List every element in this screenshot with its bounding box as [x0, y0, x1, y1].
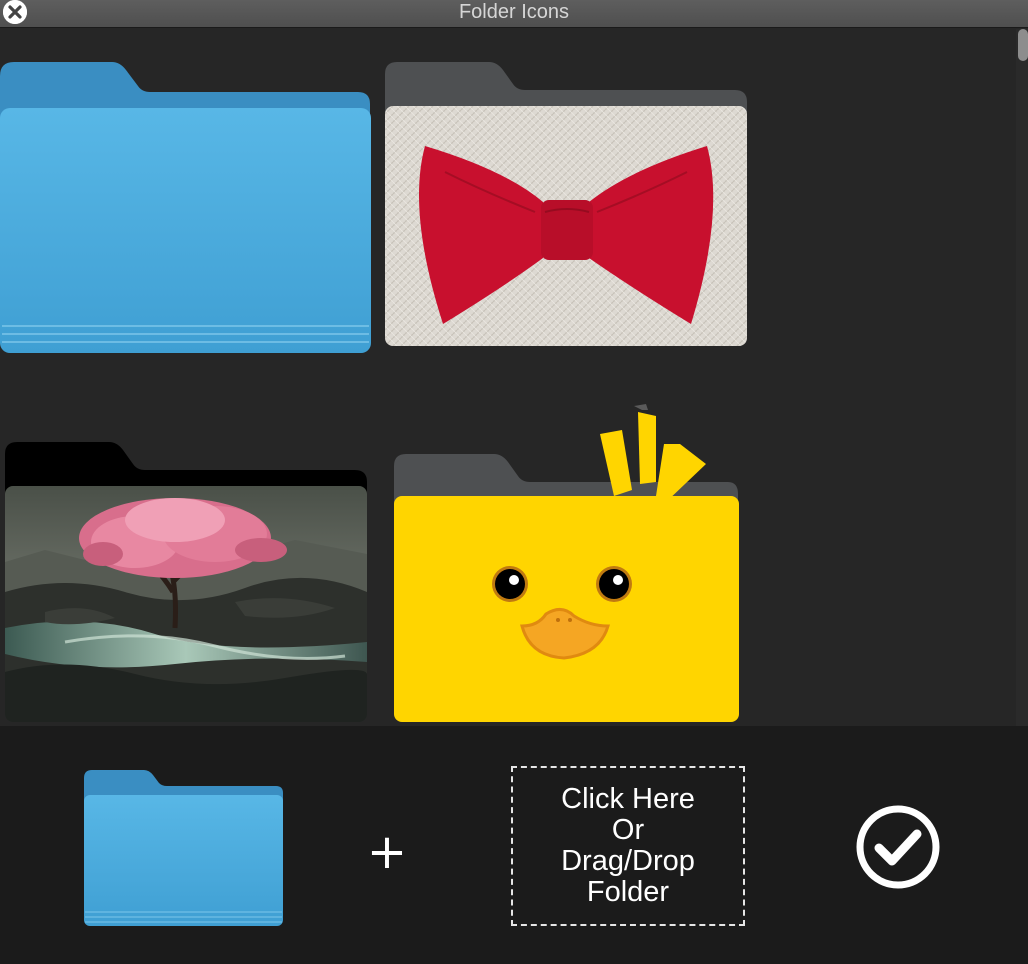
folder-tile-blue[interactable]: [0, 62, 372, 354]
folder-tile-bow-tie[interactable]: [385, 62, 749, 348]
window-title: Folder Icons: [458, 1, 570, 23]
blue-folder-icon: [84, 770, 283, 926]
confirm-button[interactable]: [855, 804, 941, 890]
drop-zone-line-4: Folder: [586, 876, 670, 908]
plus-icon: +: [366, 824, 408, 880]
drop-zone-line-1: Click Here: [561, 783, 695, 815]
checkmark-icon: [856, 805, 940, 889]
base-folder-preview[interactable]: [84, 770, 284, 928]
bow-tie-folder-icon: [385, 62, 747, 346]
cherry-tree-folder-icon: [5, 442, 367, 722]
duck-folder-icon: [394, 404, 739, 722]
drop-zone-button[interactable]: Click Here Or Drag/Drop Folder: [511, 766, 745, 926]
grid-scrollbar[interactable]: [1016, 29, 1028, 726]
blue-folder-icon: [0, 62, 371, 353]
folder-tile-cherry-tree[interactable]: [5, 442, 369, 726]
scroll-thumb[interactable]: [1018, 29, 1028, 61]
folder-tile-duck[interactable]: [394, 404, 740, 724]
drop-zone-line-2: Or: [611, 814, 645, 846]
folder-icons-window: Folder Icons + Click Here Or Drag/Drop F…: [0, 0, 1028, 964]
title-bar: Folder Icons: [0, 0, 1028, 28]
drop-zone-line-3: Drag/Drop: [561, 845, 695, 877]
